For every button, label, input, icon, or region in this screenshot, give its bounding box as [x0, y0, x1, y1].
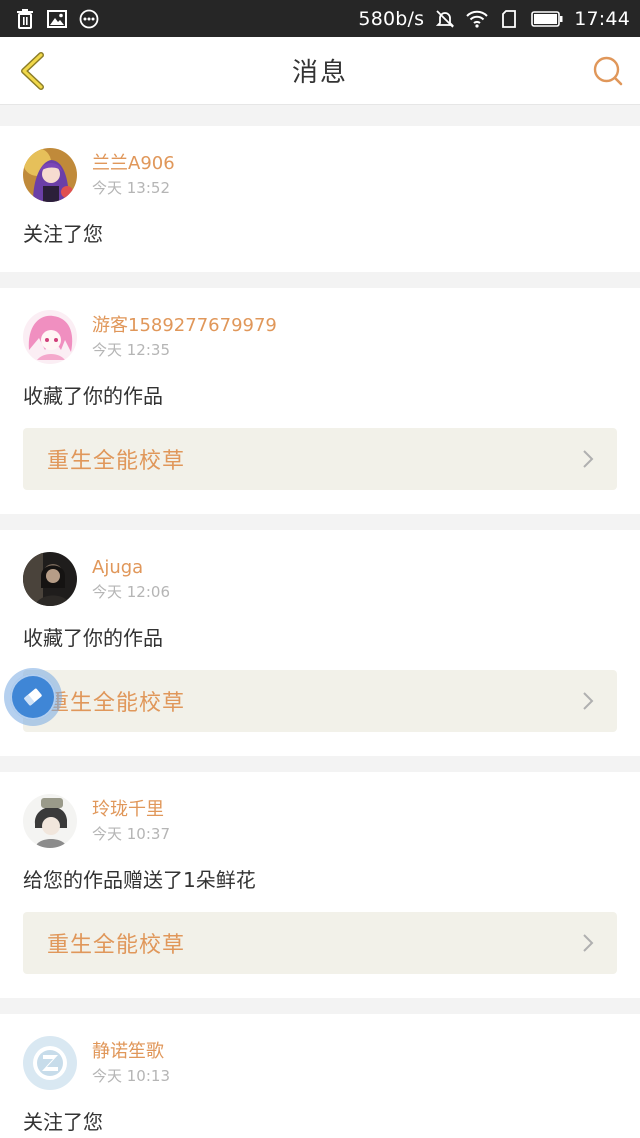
status-left — [14, 8, 100, 30]
messages-page: 580b/s 17:44 消息 兰兰A906 今天 13:52 关注了您 游客1… — [0, 0, 640, 1138]
action-text: 关注了您 — [23, 1110, 103, 1134]
user-name[interactable]: 兰兰A906 — [92, 152, 175, 176]
sim-icon — [498, 8, 520, 30]
message-card[interactable]: 兰兰A906 今天 13:52 关注了您 — [0, 126, 640, 272]
wifi-icon — [466, 8, 488, 30]
user-meta: Ajuga 今天 12:06 — [92, 556, 170, 603]
message-list: 兰兰A906 今天 13:52 关注了您 游客1589277679979 今天 … — [0, 126, 640, 1138]
clock: 17:44 — [574, 7, 630, 30]
action-text: 关注了您 — [23, 222, 103, 246]
action-text: 给您的作品赠送了1朵鲜花 — [23, 868, 256, 892]
status-right: 580b/s 17:44 — [358, 8, 630, 30]
work-title: 重生全能校草 — [47, 691, 186, 716]
message-card[interactable]: Ajuga 今天 12:06 收藏了你的作品 重生全能校草 — [0, 530, 640, 756]
page-title: 消息 — [291, 58, 348, 88]
search-button[interactable] — [588, 51, 628, 91]
card-header: 玲珑千里 今天 10:37 — [23, 794, 617, 848]
status-bar: 580b/s 17:44 — [0, 0, 640, 37]
floating-widget-button[interactable] — [4, 668, 62, 726]
message-time: 今天 12:06 — [92, 582, 170, 601]
user-meta: 兰兰A906 今天 13:52 — [92, 152, 175, 199]
user-meta: 玲珑千里 今天 10:37 — [92, 798, 170, 845]
trash-icon — [14, 8, 36, 30]
work-link[interactable]: 重生全能校草 — [23, 912, 617, 974]
card-header: 游客1589277679979 今天 12:35 — [23, 310, 617, 364]
chevron-right-icon — [581, 690, 595, 712]
back-chevron-icon — [21, 52, 44, 90]
search-icon — [593, 56, 623, 86]
mute-icon — [434, 8, 456, 30]
more-dots-icon — [78, 8, 100, 30]
card-header: 兰兰A906 今天 13:52 — [23, 148, 617, 202]
message-time: 今天 12:35 — [92, 340, 170, 359]
card-header: 静诺笙歌 今天 10:13 — [23, 1036, 617, 1090]
avatar[interactable] — [23, 310, 77, 364]
nav-bar: 消息 — [0, 37, 640, 105]
floating-widget-core — [10, 674, 56, 720]
message-time: 今天 10:37 — [92, 824, 170, 843]
user-name[interactable]: 游客1589277679979 — [92, 314, 277, 338]
card-header: Ajuga 今天 12:06 — [23, 552, 617, 606]
message-card[interactable]: 静诺笙歌 今天 10:13 关注了您 — [0, 1014, 640, 1138]
chevron-right-icon — [581, 448, 595, 470]
user-name[interactable]: 玲珑千里 — [92, 798, 170, 822]
work-link[interactable]: 重生全能校草 — [23, 428, 617, 490]
avatar[interactable] — [23, 794, 77, 848]
work-title: 重生全能校草 — [47, 933, 186, 958]
avatar[interactable] — [23, 1036, 77, 1090]
back-button[interactable] — [12, 51, 52, 91]
image-icon — [46, 8, 68, 30]
battery-icon — [530, 8, 564, 30]
action-text: 收藏了你的作品 — [23, 626, 163, 650]
work-link[interactable]: 重生全能校草 — [23, 670, 617, 732]
work-title: 重生全能校草 — [47, 449, 186, 474]
message-time: 今天 13:52 — [92, 178, 170, 197]
chevron-right-icon — [581, 932, 595, 954]
user-name[interactable]: Ajuga — [92, 556, 170, 580]
avatar[interactable] — [23, 552, 77, 606]
user-name[interactable]: 静诺笙歌 — [92, 1040, 170, 1064]
user-meta: 静诺笙歌 今天 10:13 — [92, 1040, 170, 1087]
user-meta: 游客1589277679979 今天 12:35 — [92, 314, 277, 361]
avatar[interactable] — [23, 148, 77, 202]
message-card[interactable]: 游客1589277679979 今天 12:35 收藏了你的作品 重生全能校草 — [0, 288, 640, 514]
eraser-icon — [24, 688, 42, 706]
message-card[interactable]: 玲珑千里 今天 10:37 给您的作品赠送了1朵鲜花 重生全能校草 — [0, 772, 640, 998]
message-time: 今天 10:13 — [92, 1066, 170, 1085]
network-speed: 580b/s — [358, 7, 425, 30]
action-text: 收藏了你的作品 — [23, 384, 163, 408]
